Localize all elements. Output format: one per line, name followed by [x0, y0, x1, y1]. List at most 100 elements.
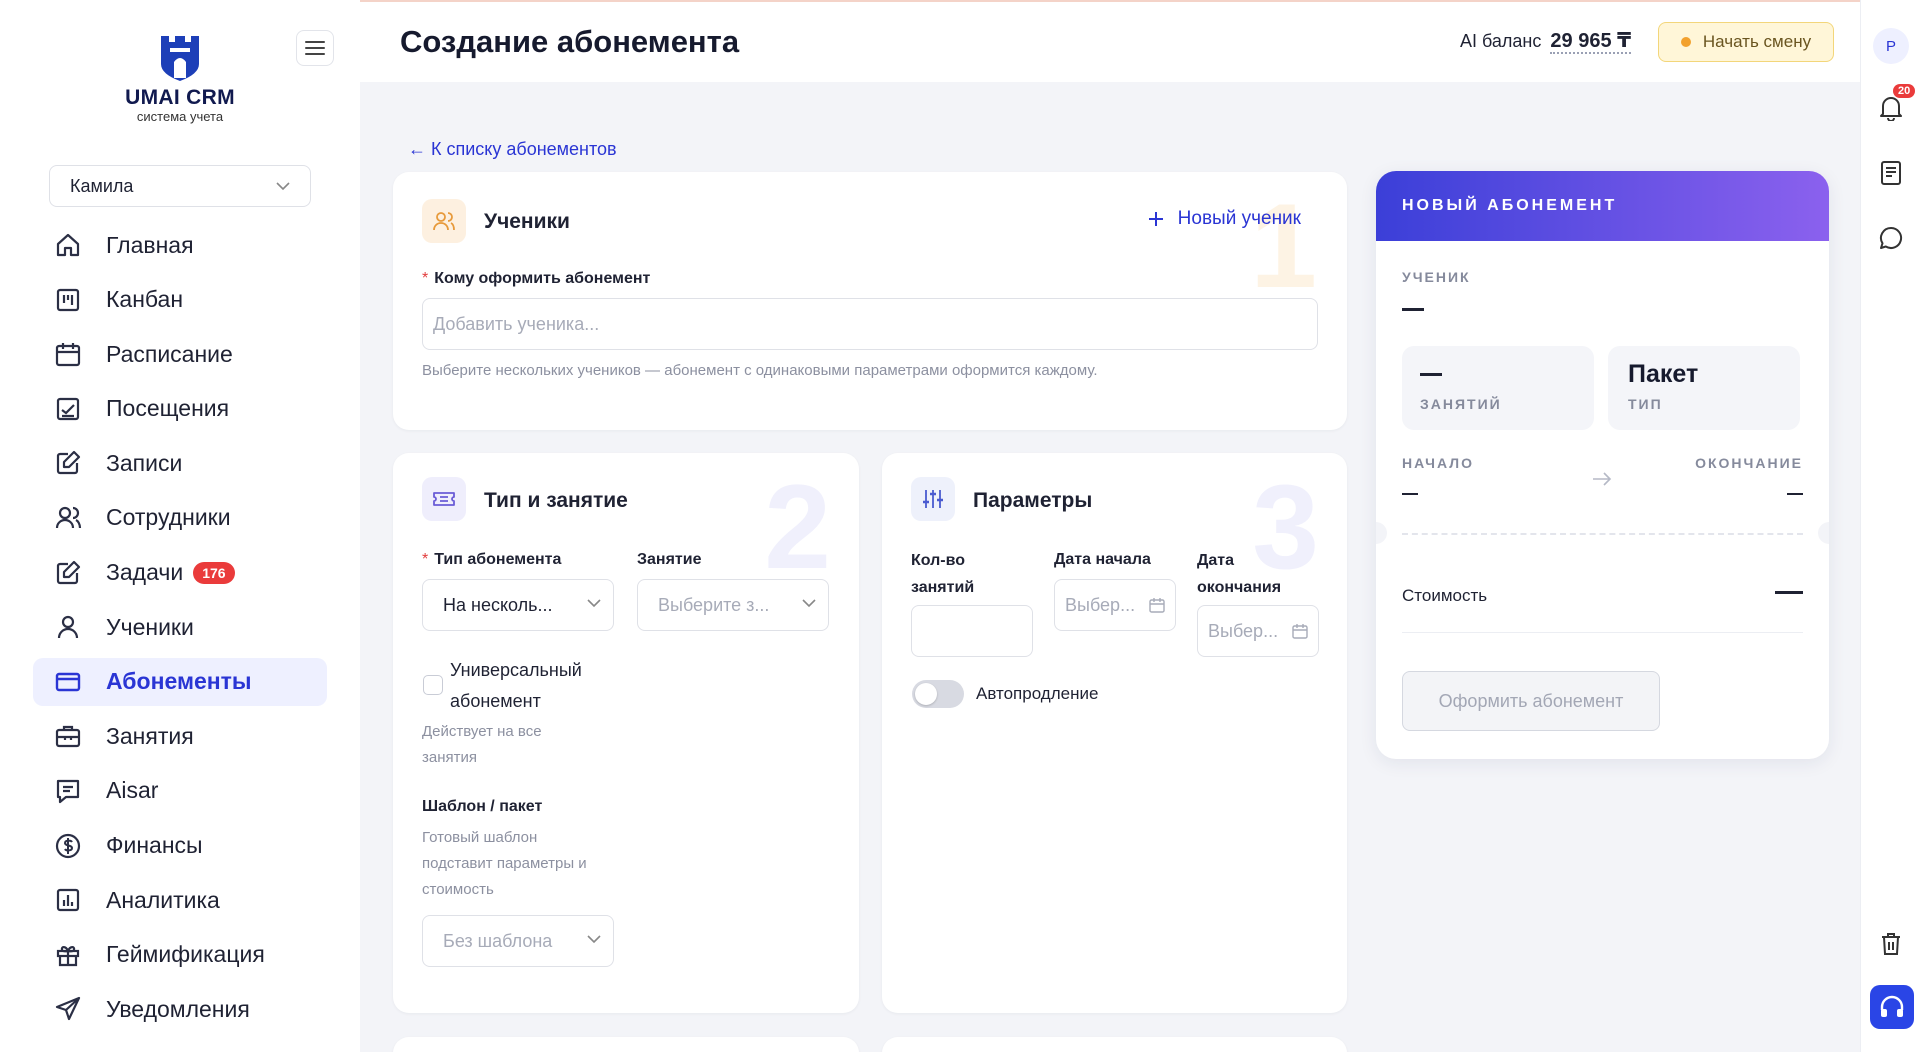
ai-balance-label: AI баланс [1460, 31, 1542, 51]
app-subtitle: система учета [136, 109, 224, 124]
chevron-down-icon [587, 599, 601, 608]
universal-hint: Действует на все занятия [422, 723, 542, 766]
summary-type-tile: Пакет ТИП [1608, 346, 1800, 430]
sidebar-item-kanban[interactable]: Канбан [33, 276, 327, 324]
summary-end-value [1787, 493, 1803, 495]
summary-end-caption: ОКОНЧАНИЕ [1695, 455, 1803, 471]
sidebar-item-attendance[interactable]: Посещения [33, 385, 327, 433]
chart-icon [53, 885, 83, 915]
app-name: UMAI CRM [125, 86, 235, 109]
journal-icon[interactable] [1877, 159, 1905, 187]
headset-icon [1880, 995, 1904, 1017]
ai-balance[interactable]: AI баланс 29 965 ₸ [1460, 28, 1632, 54]
sidebar-item-label: Ученики [106, 613, 194, 640]
student-search-placeholder: Добавить ученика... [433, 313, 600, 334]
ticket-notch-left [1376, 522, 1387, 544]
start-date-label: Дата начала [1054, 551, 1151, 568]
sidebar-item-label: Сотрудники [106, 504, 231, 531]
parameters-card: 3 Параметры Кол-во занятий Дата начала Вы… [882, 453, 1347, 1013]
subscription-type-value: На несколь... [443, 594, 553, 615]
sidebar-item-gamification[interactable]: Геймификация [33, 931, 327, 979]
step-number: 1 [1250, 179, 1317, 313]
tasks-count-badge: 176 [193, 561, 235, 584]
user-select[interactable]: Камила [49, 165, 311, 207]
parameters-title: Параметры [973, 489, 1093, 512]
summary-type-caption: ТИП [1628, 396, 1663, 412]
universal-checkbox[interactable] [423, 675, 443, 695]
student-search-input[interactable]: Добавить ученика... [422, 298, 1318, 350]
lessons-count-input[interactable] [911, 605, 1033, 657]
next-card-left [393, 1037, 859, 1052]
sidebar-item-schedule[interactable]: Расписание [33, 330, 327, 378]
ticket-icon [422, 477, 466, 521]
sidebar-item-label: Уведомления [106, 995, 250, 1022]
bell-icon[interactable] [1877, 94, 1905, 122]
sidebar-item-staff[interactable]: Сотрудники [33, 494, 327, 542]
sidebar-item-home[interactable]: Главная [33, 221, 327, 269]
edit-icon [53, 448, 83, 478]
template-field-label: Шаблон / пакет [422, 798, 543, 815]
start-date-input[interactable]: Выбер... [1054, 579, 1176, 631]
sidebar-item-subscriptions[interactable]: Абонементы [33, 657, 327, 706]
autorenew-toggle[interactable] [912, 680, 964, 708]
sidebar-item-label: Занятия [106, 722, 194, 749]
sidebar-item-finance[interactable]: Финансы [33, 822, 327, 870]
sidebar: UMAI CRM система учета Камила Главная Ка… [0, 0, 360, 1052]
summary-start-caption: НАЧАЛО [1402, 455, 1474, 471]
avatar[interactable]: P [1873, 28, 1909, 64]
order-subscription-button[interactable]: Оформить абонемент [1402, 671, 1660, 731]
sidebar-nav: Главная Канбан Расписание Посещения Запи… [33, 221, 327, 1040]
students-card: 1 Ученики Новый ученик * Кому оформить аб… [393, 172, 1347, 430]
sidebar-item-records[interactable]: Записи [33, 439, 327, 487]
logo[interactable]: UMAI CRM система учета [118, 34, 242, 124]
summary-cost-divider [1402, 632, 1803, 633]
step-number: 2 [764, 460, 831, 594]
hamburger-icon [305, 41, 325, 55]
sidebar-item-analytics[interactable]: Аналитика [33, 876, 327, 924]
support-button[interactable] [1870, 985, 1914, 1029]
chevron-down-icon [587, 935, 601, 944]
ai-balance-value: 29 965 ₸ [1550, 30, 1632, 54]
attendance-icon [53, 394, 83, 424]
template-value: Без шаблона [443, 930, 553, 951]
sidebar-item-aisar[interactable]: Aisar [33, 767, 327, 815]
type-field-label: * Тип абонемента [422, 551, 562, 568]
new-student-label: Новый ученик [1177, 208, 1301, 229]
chevron-down-icon [802, 599, 816, 608]
notification-count-badge: 20 [1893, 84, 1916, 98]
template-hint: Готовый шаблон подставит параметры и стоим… [422, 829, 587, 898]
sidebar-item-label: Канбан [106, 286, 184, 313]
summary-lessons-value [1420, 373, 1442, 376]
template-select[interactable]: Без шаблона [422, 915, 614, 967]
sliders-icon [911, 477, 955, 521]
type-card: 2 Тип и занятие * Тип абонемента На неско… [393, 453, 859, 1013]
sidebar-item-tasks[interactable]: Задачи 176 [33, 549, 327, 597]
logo-tower-icon [161, 36, 199, 81]
new-student-button[interactable]: Новый ученик [1148, 208, 1301, 230]
menu-toggle-button[interactable] [296, 30, 334, 66]
summary-cost-value [1775, 591, 1803, 594]
gift-icon [53, 940, 83, 970]
subscription-type-select[interactable]: На несколь... [422, 579, 614, 631]
universal-checkbox-label[interactable]: Универсальный абонемент [450, 655, 582, 717]
chat-icon[interactable] [1877, 224, 1905, 252]
status-dot-icon [1680, 37, 1691, 47]
students-hint: Выберите нескольких учеников — абонемент… [422, 362, 1098, 379]
sidebar-item-students[interactable]: Ученики [33, 603, 327, 651]
back-to-list-link[interactable]: ← К списку абонементов [408, 139, 617, 160]
arrow-right-icon [1593, 472, 1612, 486]
sidebar-item-lessons[interactable]: Занятия [33, 712, 327, 760]
end-date-input[interactable]: Выбер... [1197, 605, 1319, 657]
sidebar-item-label: Записи [106, 449, 183, 476]
sidebar-item-label: Посещения [106, 395, 230, 422]
sidebar-item-label: Главная [106, 231, 194, 258]
end-date-label: Дата окончания [1197, 552, 1282, 596]
kanban-icon [53, 285, 83, 315]
summary-student-caption: УЧЕНИК [1402, 269, 1471, 285]
start-date-placeholder: Выбер... [1065, 594, 1136, 615]
summary-lessons-caption: ЗАНЯТИЙ [1420, 396, 1502, 412]
start-shift-button[interactable]: Начать смену [1658, 22, 1834, 62]
lesson-select[interactable]: Выберите з... [637, 579, 829, 631]
sidebar-item-notifications[interactable]: Уведомления [33, 985, 327, 1033]
trash-icon[interactable] [1877, 930, 1905, 958]
